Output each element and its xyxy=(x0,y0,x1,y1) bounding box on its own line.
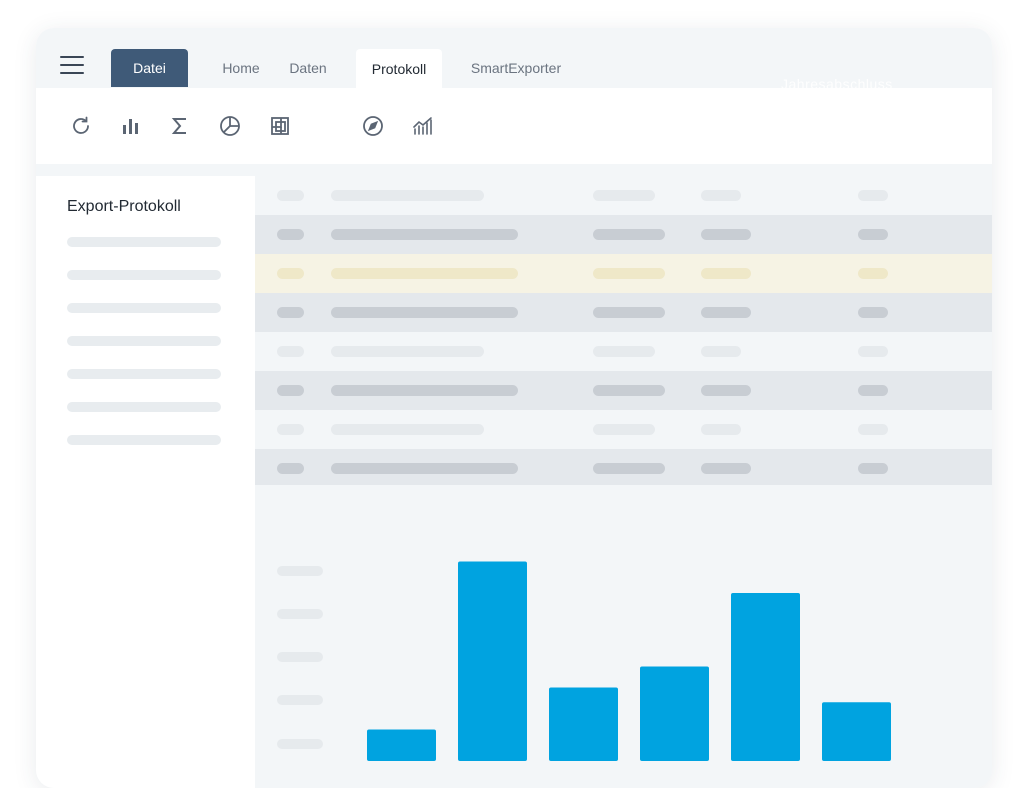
bar-chart xyxy=(367,561,891,762)
chart-bar-2[interactable] xyxy=(458,561,527,762)
refresh-icon[interactable] xyxy=(67,112,95,140)
pie-chart-icon[interactable] xyxy=(216,112,244,140)
tab-datei[interactable]: Datei xyxy=(111,49,188,87)
table-row[interactable] xyxy=(255,293,992,332)
sidebar-item[interactable] xyxy=(67,369,221,379)
sidebar-item[interactable] xyxy=(67,237,221,247)
table-row[interactable] xyxy=(255,410,992,449)
table-row[interactable] xyxy=(255,215,992,254)
sidebar: Export-Protokoll xyxy=(36,176,255,788)
chart-bar-3[interactable] xyxy=(549,687,618,762)
chart-bar-4[interactable] xyxy=(640,666,709,762)
table-row-selected[interactable] xyxy=(255,254,992,293)
sidebar-item[interactable] xyxy=(67,402,221,412)
table-row[interactable] xyxy=(255,449,992,488)
sidebar-title: Export-Protokoll xyxy=(67,198,181,215)
table-header-row xyxy=(255,176,992,215)
sidebar-item[interactable] xyxy=(67,303,221,313)
line-chart-icon[interactable] xyxy=(409,112,437,140)
ribbon-tab-bar: Datei Home Daten Protokoll SmartExporter… xyxy=(36,28,992,92)
app-window: Datei Home Daten Protokoll SmartExporter… xyxy=(36,28,992,788)
tab-home[interactable]: Home xyxy=(216,48,266,88)
compass-icon[interactable] xyxy=(359,112,387,140)
sidebar-item[interactable] xyxy=(67,270,221,280)
layout-icon[interactable] xyxy=(266,112,294,140)
bar-chart-panel xyxy=(255,485,992,788)
sidebar-item[interactable] xyxy=(67,336,221,346)
tab-protokoll[interactable]: Protokoll xyxy=(356,49,442,88)
table-row[interactable] xyxy=(255,371,992,410)
bar-chart-icon[interactable] xyxy=(117,112,145,140)
chart-bar-6[interactable] xyxy=(822,702,891,761)
sidebar-item[interactable] xyxy=(67,435,221,445)
sum-icon[interactable] xyxy=(166,112,194,140)
table-row[interactable] xyxy=(255,332,992,371)
chart-bar-5[interactable] xyxy=(731,593,800,761)
chart-bar-1[interactable] xyxy=(367,729,436,762)
protocol-table xyxy=(255,176,992,488)
menu-icon[interactable] xyxy=(60,56,86,74)
tab-daten[interactable]: Daten xyxy=(284,48,332,88)
tab-smartexporter[interactable]: SmartExporter xyxy=(466,48,566,88)
ribbon-toolbar xyxy=(36,88,992,164)
